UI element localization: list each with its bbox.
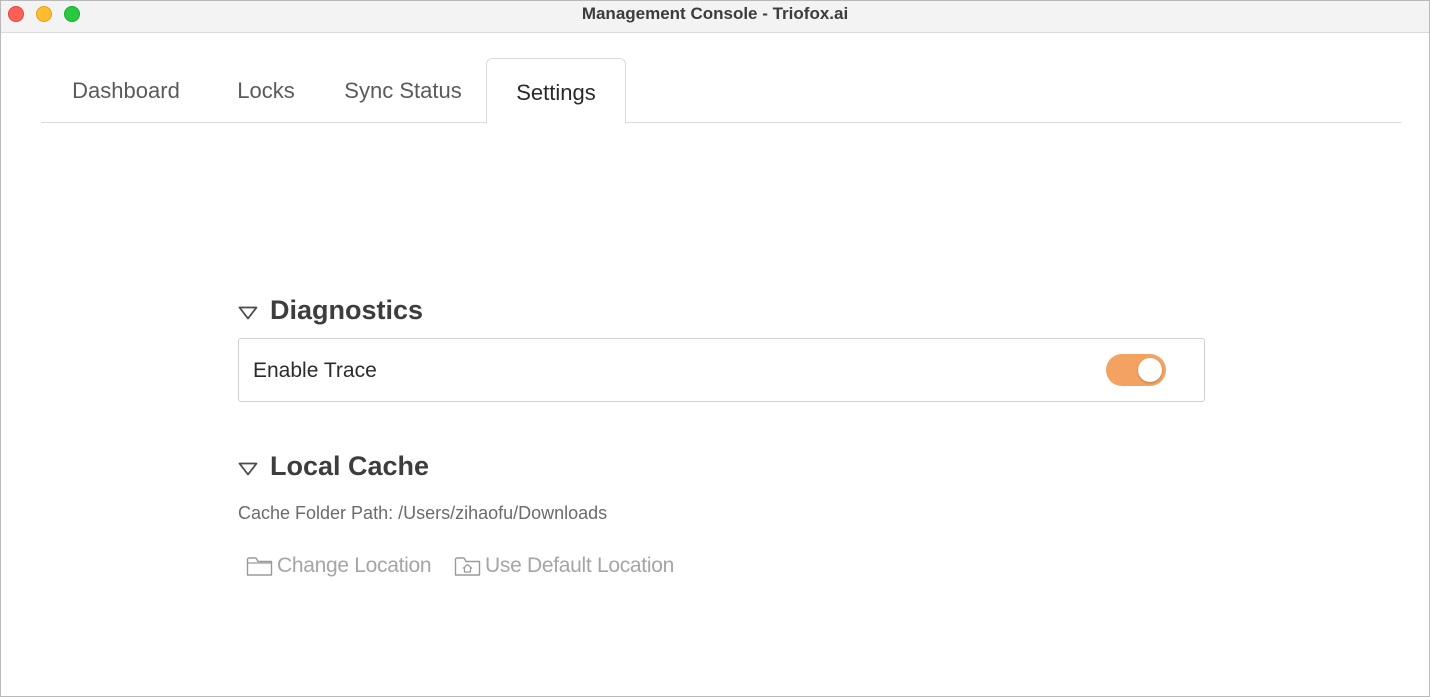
local-cache-title: Local Cache [270, 451, 430, 481]
tab-dashboard[interactable]: Dashboard [41, 58, 211, 123]
tab-bar: Dashboard Locks Sync Status Settings [41, 58, 1401, 124]
enable-trace-row: Enable Trace [238, 338, 1205, 402]
local-cache-section-header[interactable]: Local Cache [238, 451, 429, 482]
diagnostics-title: Diagnostics [270, 295, 424, 325]
change-location-button[interactable]: Change Location [246, 551, 432, 581]
use-default-location-button[interactable]: Use Default Location [454, 551, 674, 581]
change-location-label: Change Location [277, 554, 432, 577]
folder-icon [246, 557, 273, 576]
app-window: Management Console - Triofox.ai Dashboar… [0, 0, 1430, 697]
tab-locks[interactable]: Locks [211, 58, 321, 123]
enable-trace-toggle[interactable] [1106, 354, 1166, 386]
cache-folder-path: Cache Folder Path: /Users/zihaofu/Downlo… [238, 503, 608, 523]
window-title: Management Console - Triofox.ai [581, 4, 849, 23]
home-folder-icon [454, 557, 481, 576]
enable-trace-label: Enable Trace [253, 359, 377, 382]
tab-settings[interactable]: Settings [486, 58, 626, 124]
title-bar: Management Console - Triofox.ai [1, 1, 1429, 33]
diagnostics-section-header[interactable]: Diagnostics [238, 295, 423, 326]
use-default-location-label: Use Default Location [485, 554, 674, 577]
tab-sync-status[interactable]: Sync Status [321, 58, 485, 123]
toggle-knob [1138, 358, 1162, 382]
collapse-triangle-icon [238, 462, 258, 475]
collapse-triangle-icon [238, 306, 258, 319]
